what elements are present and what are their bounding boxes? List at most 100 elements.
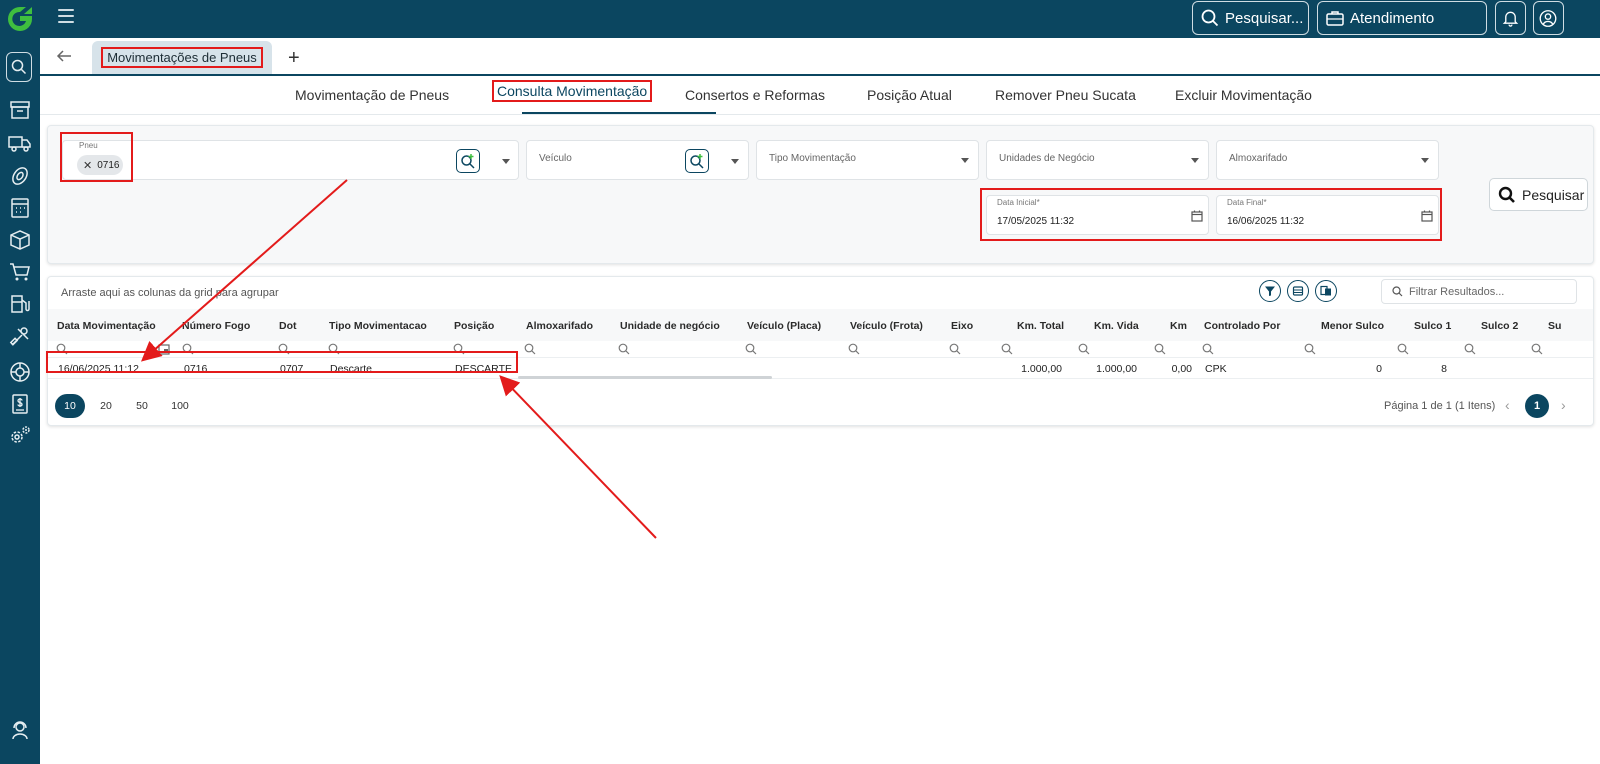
- page-number-current[interactable]: 1: [1525, 394, 1549, 418]
- col-header-almoxarifado[interactable]: Almoxarifado: [526, 320, 593, 332]
- tire-icon[interactable]: [8, 164, 32, 188]
- col-header-km-total[interactable]: Km. Total: [1017, 320, 1064, 332]
- column-filter-search-icon[interactable]: [1531, 343, 1543, 355]
- tire-tread-icon[interactable]: [8, 360, 32, 384]
- column-filter-search-icon[interactable]: [1304, 343, 1316, 355]
- app-logo-icon[interactable]: [4, 4, 36, 34]
- col-header-unidade-negocio[interactable]: Unidade de negócio: [620, 320, 720, 332]
- col-header-tipo-movimentacao[interactable]: Tipo Movimentacao: [329, 320, 427, 332]
- user-profile-button[interactable]: [1533, 1, 1564, 35]
- col-header-controlado-por[interactable]: Controlado Por: [1204, 320, 1280, 332]
- tab-consertos-e-reformas[interactable]: Consertos e Reformas: [685, 87, 825, 103]
- next-page-icon[interactable]: ›: [1561, 397, 1566, 413]
- top-bar: Pesquisar... Atendimento: [0, 0, 1600, 38]
- annotation-box-dates: [980, 188, 1442, 241]
- col-header-sulco-3[interactable]: Su: [1548, 320, 1561, 332]
- col-header-sulco-1[interactable]: Sulco 1: [1414, 320, 1451, 332]
- pesquisar-button[interactable]: Pesquisar: [1489, 178, 1588, 211]
- sidebar: [0, 38, 40, 764]
- tipo-dropdown-icon[interactable]: [961, 158, 969, 163]
- calculator-icon[interactable]: [8, 196, 32, 220]
- col-header-data-movimentacao[interactable]: Data Movimentação: [57, 320, 156, 332]
- col-header-sulco-2[interactable]: Sulco 2: [1481, 320, 1518, 332]
- column-filter-search-icon[interactable]: [745, 343, 757, 355]
- veiculo-dropdown-icon[interactable]: [731, 159, 739, 164]
- pneu-dropdown-icon[interactable]: [502, 159, 510, 164]
- unidades-negocio-select[interactable]: Unidades de Negócio: [986, 140, 1209, 180]
- column-filter-search-icon[interactable]: [524, 343, 536, 355]
- page-size-10[interactable]: 10: [55, 394, 85, 418]
- filter-results-input[interactable]: Filtrar Resultados...: [1381, 279, 1577, 304]
- search-icon: [1392, 286, 1403, 297]
- group-by-hint[interactable]: Arraste aqui as colunas da grid para agr…: [61, 287, 279, 299]
- shopping-cart-icon[interactable]: [8, 260, 32, 284]
- almoxarifado-dropdown-icon[interactable]: [1421, 158, 1429, 163]
- notifications-button[interactable]: [1495, 1, 1526, 35]
- truck-icon[interactable]: [8, 131, 32, 155]
- column-filter-search-icon[interactable]: [1078, 343, 1090, 355]
- tipo-movimentacao-select[interactable]: Tipo Movimentação: [756, 140, 979, 180]
- pneu-lookup-button[interactable]: [456, 149, 480, 173]
- menu-toggle-icon[interactable]: [58, 9, 74, 25]
- col-header-eixo[interactable]: Eixo: [951, 320, 973, 332]
- finance-document-icon[interactable]: [8, 392, 32, 416]
- col-header-veiculo-frota[interactable]: Veículo (Frota): [850, 320, 923, 332]
- tools-icon[interactable]: [8, 325, 32, 349]
- active-tab-indicator: [522, 112, 716, 114]
- search-add-icon: [690, 154, 704, 169]
- tab-movimentacoes-de-pneus[interactable]: Movimentações de Pneus: [92, 41, 272, 74]
- tab-movimentacao-de-pneus[interactable]: Movimentação de Pneus: [295, 87, 449, 103]
- cell-km-vida: 1.000,00: [1096, 363, 1137, 375]
- horizontal-scrollbar[interactable]: [518, 376, 772, 379]
- almoxarifado-select[interactable]: Almoxarifado: [1216, 140, 1439, 180]
- tab-remover-pneu-sucata[interactable]: Remover Pneu Sucata: [995, 87, 1136, 103]
- veiculo-field[interactable]: Veículo: [526, 140, 749, 180]
- column-filter-search-icon[interactable]: [1464, 343, 1476, 355]
- tab-bar: Movimentações de Pneus +: [40, 38, 1600, 76]
- filter-toggle-button[interactable]: [1259, 280, 1281, 302]
- attendance-button[interactable]: Atendimento: [1317, 1, 1487, 35]
- column-filter-search-icon[interactable]: [949, 343, 961, 355]
- global-search-label: Pesquisar...: [1225, 9, 1304, 27]
- add-tab-button[interactable]: +: [288, 47, 300, 70]
- archive-box-icon[interactable]: [8, 98, 32, 122]
- global-search-button[interactable]: Pesquisar...: [1192, 1, 1309, 35]
- column-chooser-button[interactable]: [1287, 280, 1309, 302]
- col-header-km-vida[interactable]: Km. Vida: [1094, 320, 1139, 332]
- col-header-numero-fogo[interactable]: Número Fogo: [182, 320, 250, 332]
- col-header-posicao[interactable]: Posição: [454, 320, 494, 332]
- tab-excluir-movimentacao[interactable]: Excluir Movimentação: [1175, 87, 1312, 103]
- column-filter-search-icon[interactable]: [618, 343, 630, 355]
- column-filter-search-icon[interactable]: [1202, 343, 1214, 355]
- page-size-100[interactable]: 100: [165, 394, 195, 418]
- settings-gears-icon[interactable]: [8, 424, 32, 448]
- col-header-menor-sulco[interactable]: Menor Sulco: [1321, 320, 1384, 332]
- column-filter-search-icon[interactable]: [1397, 343, 1409, 355]
- cell-km-total: 1.000,00: [1021, 363, 1062, 375]
- package-icon[interactable]: [8, 228, 32, 252]
- column-filter-search-icon[interactable]: [1154, 343, 1166, 355]
- veiculo-lookup-button[interactable]: [685, 149, 709, 173]
- page-size-20[interactable]: 20: [91, 394, 121, 418]
- back-arrow-icon[interactable]: [56, 48, 72, 64]
- unidades-dropdown-icon[interactable]: [1191, 158, 1199, 163]
- column-filter-search-icon[interactable]: [1001, 343, 1013, 355]
- tab-posicao-atual[interactable]: Posição Atual: [867, 87, 952, 103]
- grid-header-row: Data Movimentação Número Fogo Dot Tipo M…: [48, 309, 1593, 341]
- col-header-km[interactable]: Km: [1170, 320, 1187, 332]
- column-filter-search-icon[interactable]: [848, 343, 860, 355]
- fuel-pump-icon[interactable]: [8, 292, 32, 316]
- cell-menor-sulco: 0: [1376, 363, 1382, 375]
- page-size-50[interactable]: 50: [127, 394, 157, 418]
- search-icon: [11, 59, 27, 75]
- search-icon: [1498, 186, 1515, 203]
- tab-consulta-movimentacao[interactable]: Consulta Movimentação: [492, 80, 653, 102]
- export-button[interactable]: [1315, 280, 1337, 302]
- annotation-box-result-row: [46, 351, 518, 373]
- col-header-veiculo-placa[interactable]: Veículo (Placa): [747, 320, 821, 332]
- annotation-box-pneu: [60, 132, 133, 182]
- sidebar-search-button[interactable]: [6, 52, 32, 82]
- col-header-dot[interactable]: Dot: [279, 320, 297, 332]
- prev-page-icon[interactable]: ‹: [1505, 397, 1510, 413]
- support-agent-icon[interactable]: [8, 718, 32, 742]
